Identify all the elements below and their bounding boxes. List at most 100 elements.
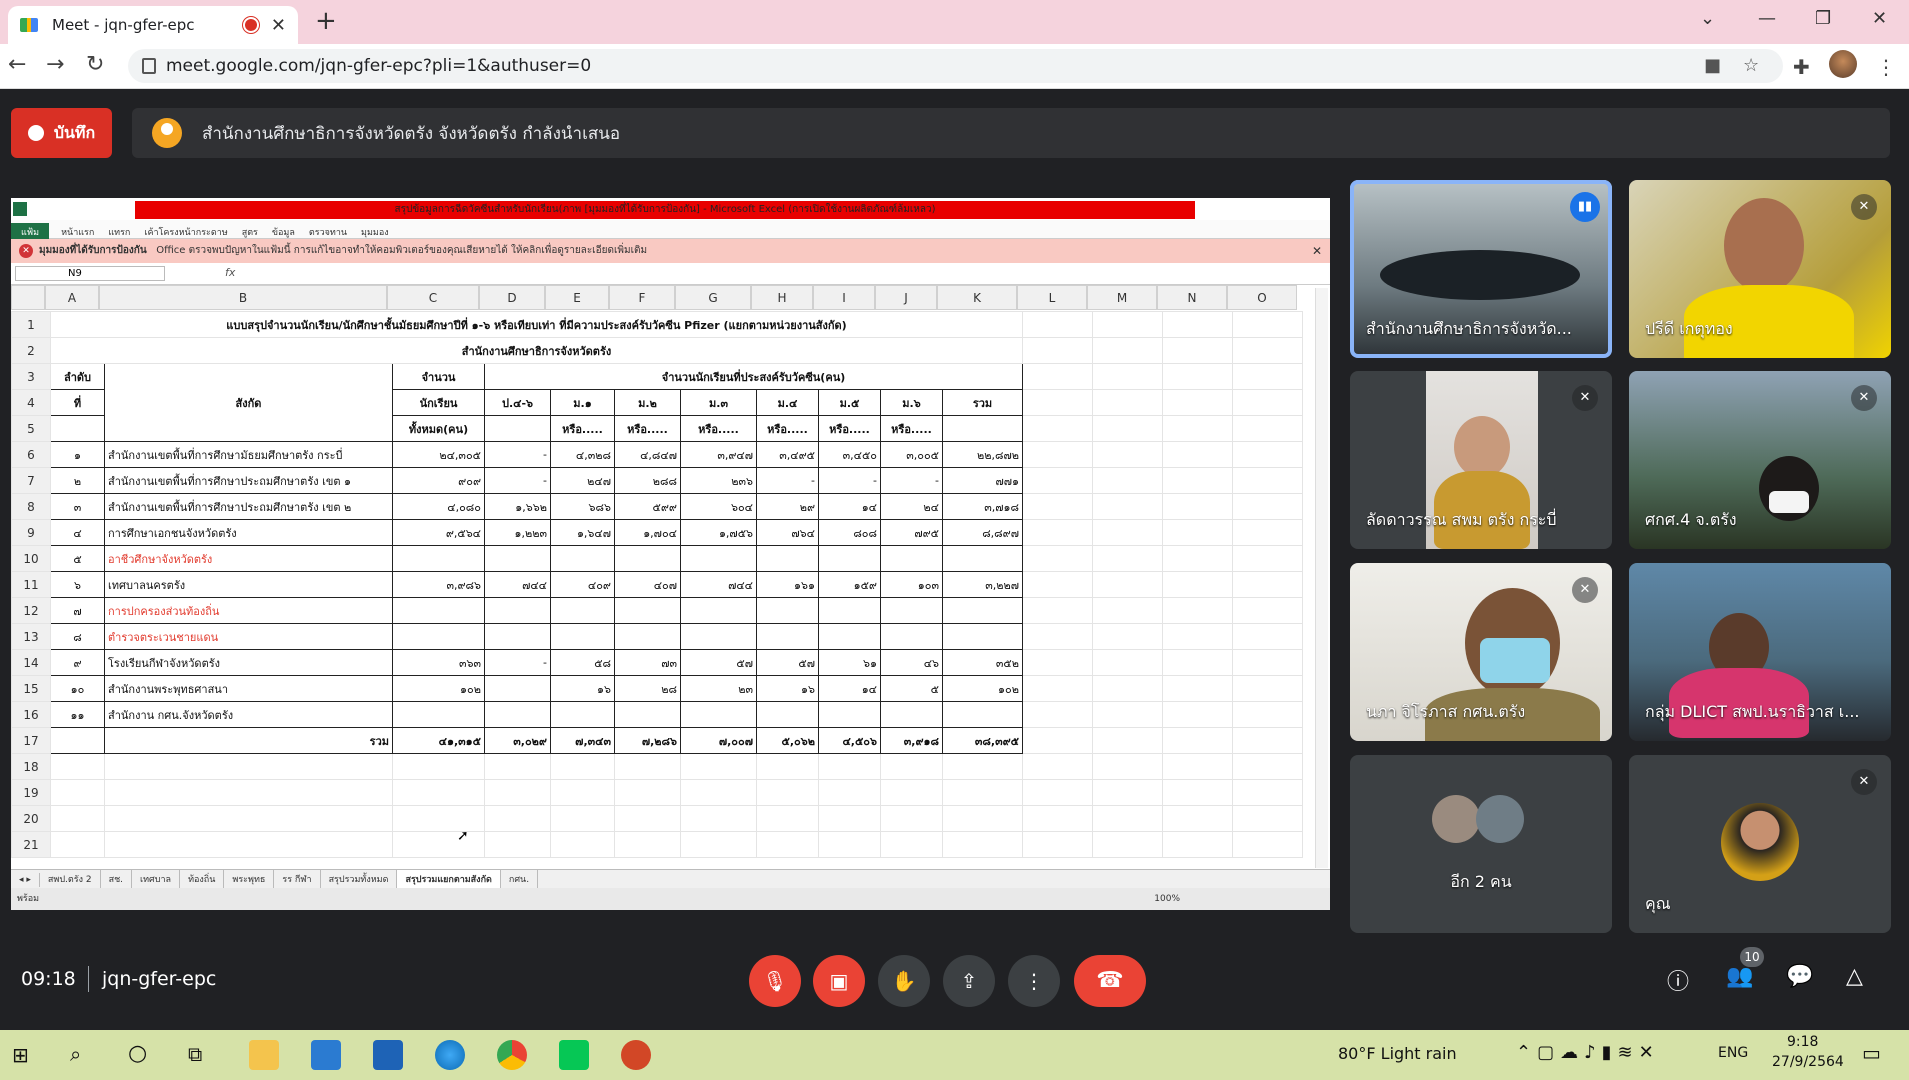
cell[interactable] — [1232, 779, 1303, 806]
cell[interactable]: - — [818, 467, 881, 494]
cell[interactable] — [392, 753, 485, 780]
ribbon-tab[interactable]: แทรก — [108, 225, 130, 239]
cell[interactable] — [1232, 467, 1303, 494]
cell[interactable]: ๗๙๕ — [880, 519, 943, 546]
cell[interactable] — [1232, 337, 1303, 364]
mail-icon[interactable] — [373, 1040, 403, 1070]
cell[interactable] — [484, 805, 551, 832]
cell[interactable]: ๓,๙๔๗ — [680, 441, 757, 468]
cell[interactable] — [614, 779, 681, 806]
cell[interactable] — [1162, 415, 1233, 442]
cell[interactable] — [50, 415, 105, 442]
cell[interactable] — [1232, 805, 1303, 832]
cell[interactable]: - — [880, 467, 943, 494]
cell[interactable] — [1092, 779, 1163, 806]
cell[interactable]: ๑,๗๕๖ — [680, 519, 757, 546]
column-header[interactable]: M — [1087, 285, 1157, 310]
close-window-button[interactable]: ✕ — [1872, 8, 1887, 29]
cell[interactable]: - — [756, 467, 819, 494]
cell[interactable] — [756, 779, 819, 806]
total-cell[interactable]: ๗,๐๐๗ — [680, 727, 757, 754]
header-cell[interactable]: ม.๔ — [756, 389, 819, 416]
cell[interactable]: ๒ — [50, 467, 105, 494]
header-cell[interactable]: ม.๓ — [680, 389, 757, 416]
total-cell[interactable]: ๗,๓๔๓ — [550, 727, 615, 754]
cell[interactable] — [550, 753, 615, 780]
cell[interactable]: ๕๗ — [680, 649, 757, 676]
sheet-tab[interactable]: รร กีฬา — [274, 870, 321, 888]
participant-tile[interactable]: ✕ ลัดดาวรรณ สพม ตรัง กระบี่ — [1350, 371, 1612, 549]
cell[interactable]: สำนักงานเขตพื้นที่การศึกษาประถมศึกษาตรัง… — [104, 467, 393, 494]
cell[interactable] — [392, 545, 485, 572]
cell[interactable] — [1162, 441, 1233, 468]
name-box[interactable]: N9 — [15, 266, 165, 281]
cell[interactable] — [550, 831, 615, 858]
participant-tile-self[interactable]: ✕ คุณ — [1629, 755, 1891, 933]
cell[interactable] — [880, 623, 943, 650]
column-header[interactable]: G — [675, 285, 751, 310]
back-icon[interactable]: ← — [8, 52, 26, 77]
select-all-corner[interactable] — [11, 285, 45, 310]
activities-icon[interactable]: △ — [1846, 964, 1863, 989]
cell[interactable]: ๑๔ — [818, 675, 881, 702]
leave-call-button[interactable]: ☎ — [1074, 955, 1146, 1007]
cell[interactable] — [1022, 701, 1093, 728]
cell[interactable] — [1022, 311, 1093, 338]
line-icon[interactable] — [559, 1040, 589, 1070]
cell[interactable] — [818, 597, 881, 624]
cell[interactable] — [614, 545, 681, 572]
cell[interactable]: สำนักงานเขตพื้นที่การศึกษาประถมศึกษาตรัง… — [104, 493, 393, 520]
column-header[interactable]: B — [99, 285, 387, 310]
cell[interactable] — [1092, 545, 1163, 572]
cell[interactable] — [1162, 701, 1233, 728]
cell[interactable]: ๒๔,๓๐๕ — [392, 441, 485, 468]
cell[interactable] — [1232, 441, 1303, 468]
cell[interactable] — [1022, 753, 1093, 780]
cell[interactable] — [50, 831, 105, 858]
row-header[interactable]: 10 — [11, 545, 51, 572]
cell[interactable] — [484, 545, 551, 572]
chrome-menu-icon[interactable]: ⋮ — [1876, 55, 1896, 79]
cell[interactable]: ๑,๒๒๓ — [484, 519, 551, 546]
cell[interactable] — [614, 831, 681, 858]
weather-text[interactable]: 80°F Light rain — [1338, 1044, 1457, 1063]
cell[interactable]: ๘,๘๙๗ — [942, 519, 1023, 546]
header-cell[interactable]: สังกัด — [104, 363, 393, 442]
cell[interactable] — [880, 597, 943, 624]
forward-icon[interactable]: → — [46, 52, 64, 77]
extensions-icon[interactable]: ✚ — [1793, 55, 1810, 79]
header-cell[interactable]: หรือ..... — [550, 415, 615, 442]
cell[interactable] — [1162, 571, 1233, 598]
row-header[interactable]: 9 — [11, 519, 51, 546]
cell[interactable]: ๑๐๒ — [942, 675, 1023, 702]
cell[interactable] — [392, 779, 485, 806]
cell[interactable] — [1162, 337, 1233, 364]
total-cell[interactable]: ๓,๙๑๘ — [880, 727, 943, 754]
cell[interactable] — [1232, 311, 1303, 338]
cell[interactable] — [1232, 597, 1303, 624]
cell[interactable] — [1022, 805, 1093, 832]
cell[interactable] — [1162, 519, 1233, 546]
cell[interactable] — [1162, 311, 1233, 338]
cell[interactable]: ๓ — [50, 493, 105, 520]
cell[interactable]: ๓,๙๘๖ — [392, 571, 485, 598]
meeting-details-icon[interactable]: ⓘ — [1667, 964, 1689, 996]
row-header[interactable]: 20 — [11, 805, 51, 832]
row-header[interactable]: 16 — [11, 701, 51, 728]
total-cell[interactable]: ๕,๐๖๒ — [756, 727, 819, 754]
row-header[interactable]: 4 — [11, 389, 51, 416]
cell[interactable] — [50, 753, 105, 780]
cell[interactable] — [104, 831, 393, 858]
header-cell[interactable]: หรือ..... — [880, 415, 943, 442]
cell[interactable] — [392, 701, 485, 728]
close-tab-icon[interactable]: ✕ — [271, 15, 286, 36]
cell[interactable]: ๒๓ — [680, 675, 757, 702]
browser-tab-meet[interactable]: Meet - jqn-gfer-epc ✕ — [8, 6, 298, 44]
header-cell[interactable]: หรือ..... — [756, 415, 819, 442]
cell[interactable] — [550, 623, 615, 650]
cell[interactable]: ๑,๖๔๗ — [550, 519, 615, 546]
windows-start-icon[interactable]: ⊞ — [12, 1043, 29, 1067]
cell[interactable]: ๒๙ — [756, 493, 819, 520]
cell[interactable] — [50, 779, 105, 806]
mic-toggle-button[interactable]: 🎙 — [749, 955, 801, 1007]
